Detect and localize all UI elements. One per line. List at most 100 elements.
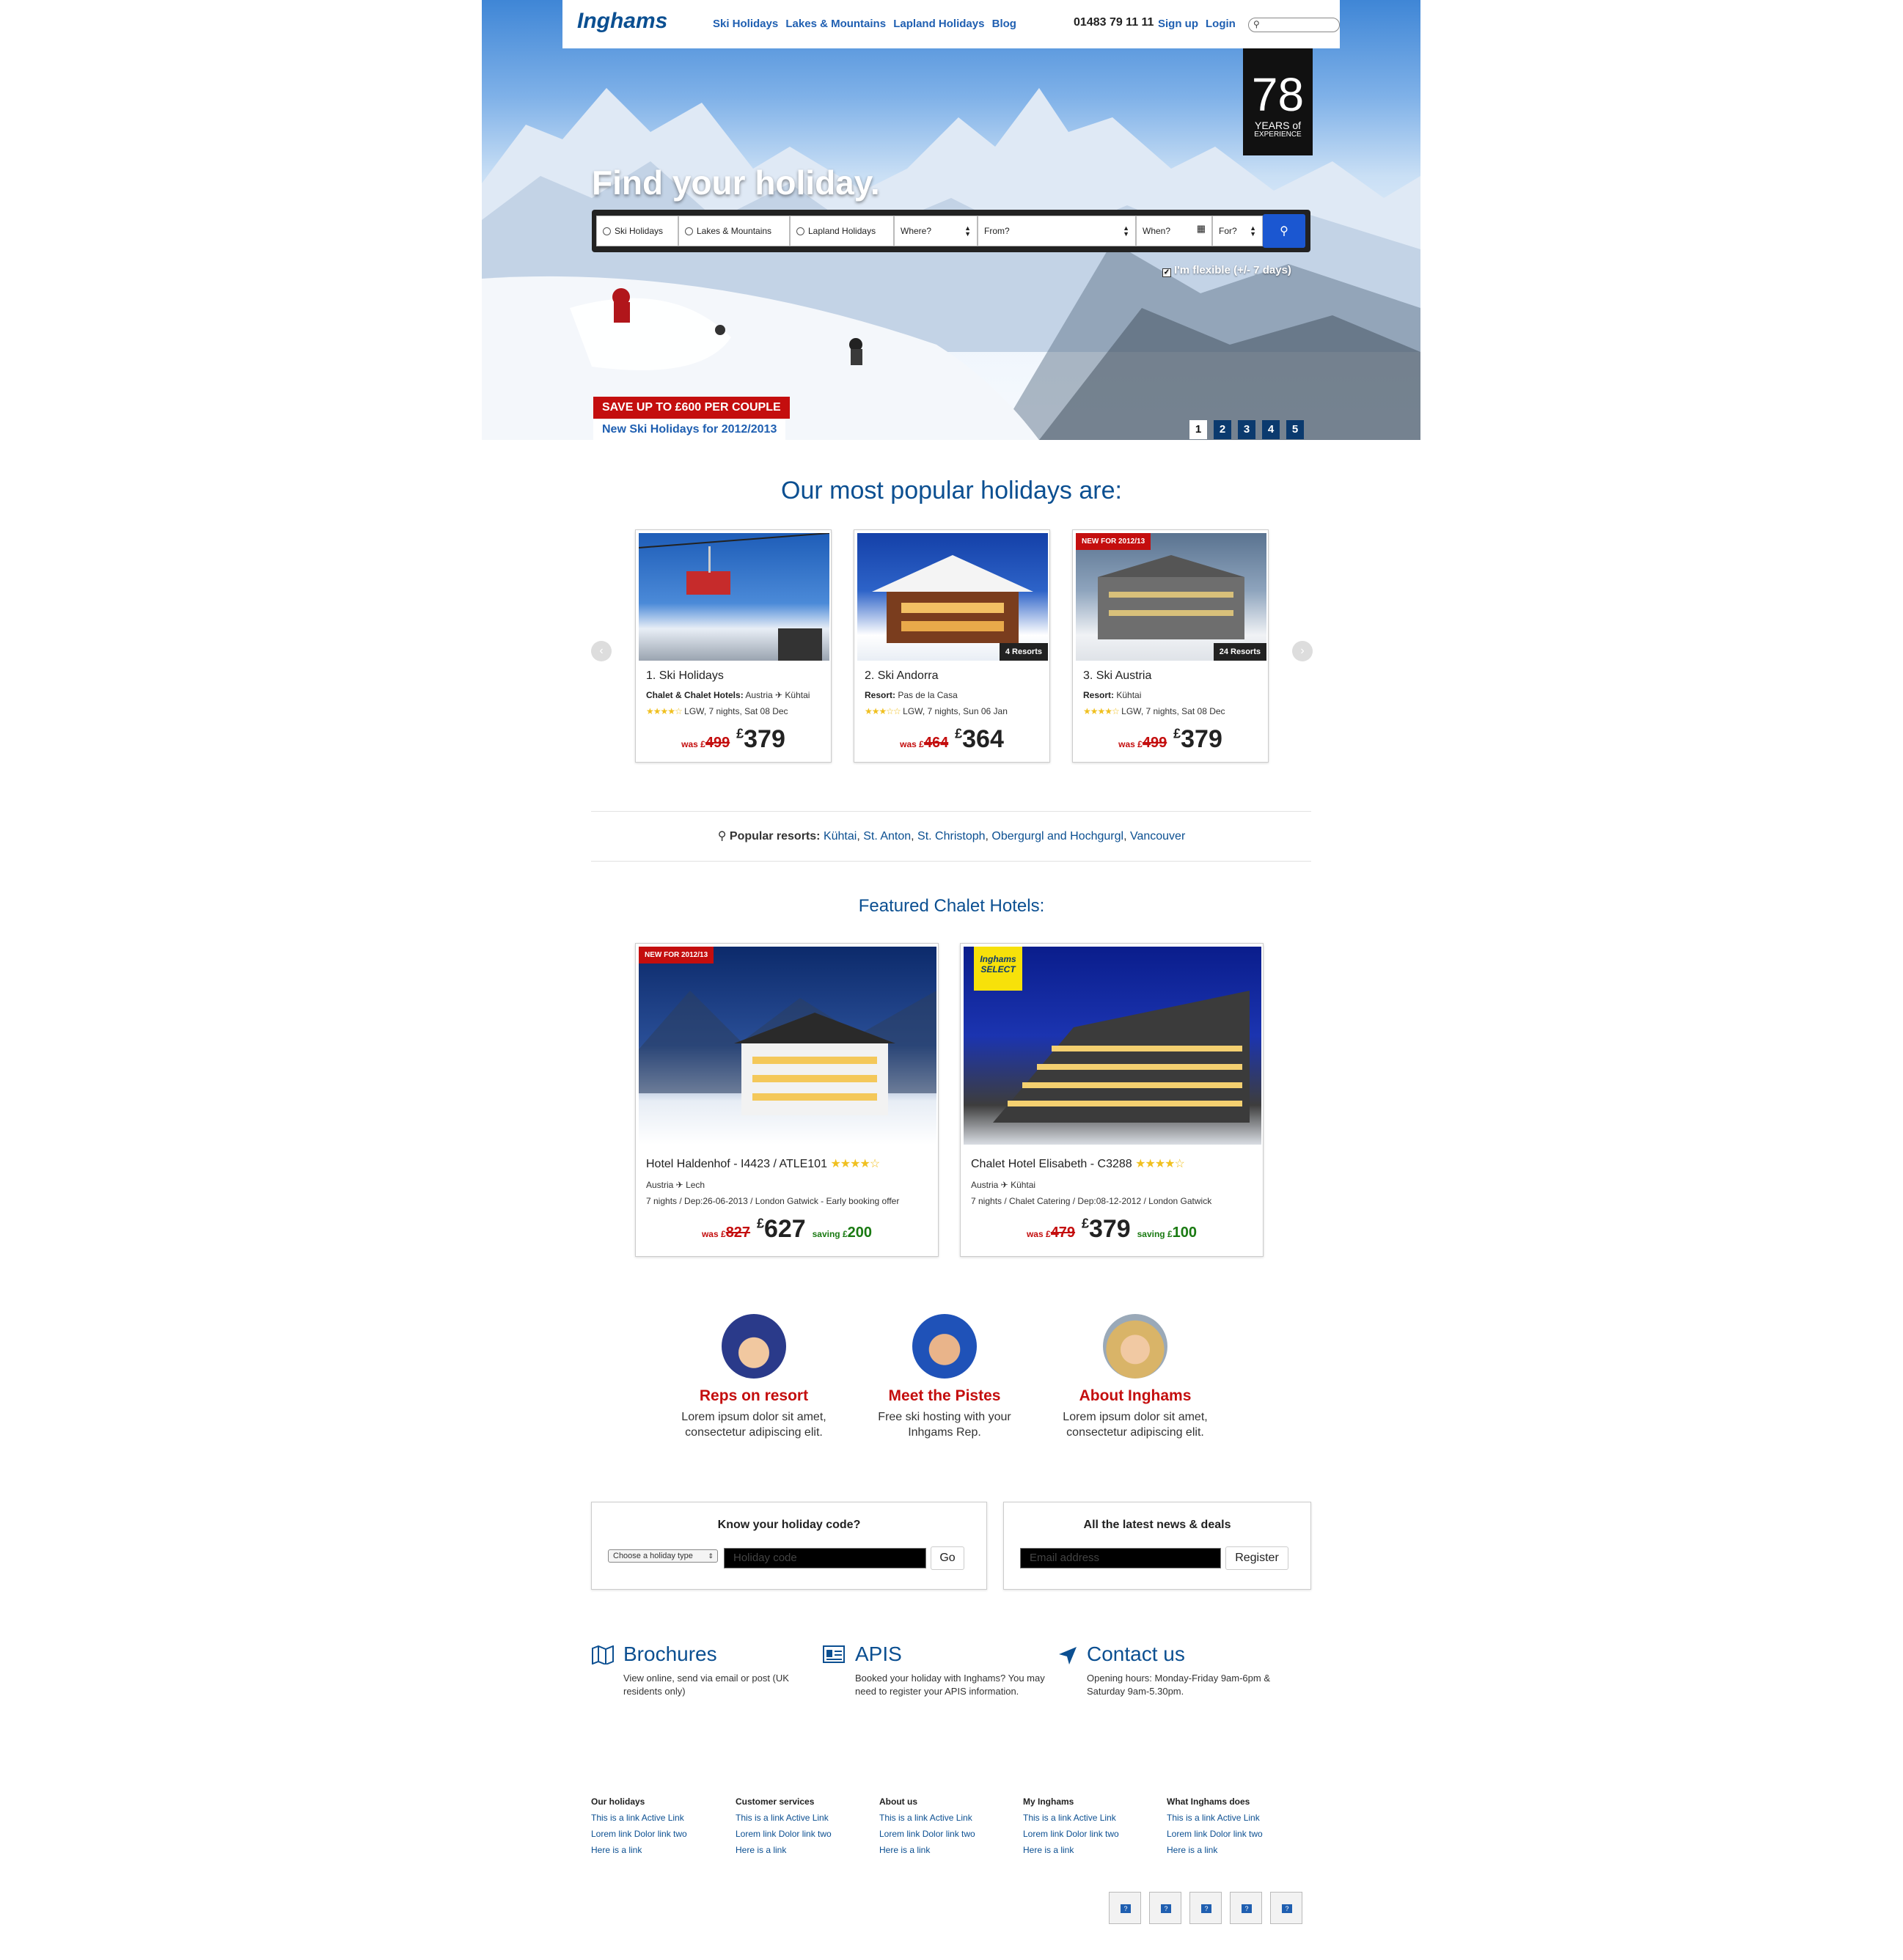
footer-link-active[interactable]: Active Link xyxy=(786,1813,829,1823)
signup-link[interactable]: Sign up xyxy=(1158,18,1198,30)
resort-link-st-christoph[interactable]: St. Christoph xyxy=(917,830,985,843)
footer-link[interactable]: Lorem link xyxy=(879,1829,920,1839)
page-5[interactable]: 5 xyxy=(1286,420,1304,439)
chalet-image-elisabeth: Inghams SELECT xyxy=(964,947,1261,1145)
page-4[interactable]: 4 xyxy=(1262,420,1280,439)
apis-block[interactable]: APIS Booked your holiday with Inghams? Y… xyxy=(823,1642,1050,1701)
carousel-next-arrow-icon[interactable]: › xyxy=(1292,641,1313,661)
footer-link[interactable]: This is a link xyxy=(1023,1813,1071,1823)
resort-link-obergurgl[interactable]: Obergurgl and Hochgurgl xyxy=(991,830,1123,843)
saving-value: 200 xyxy=(847,1225,873,1241)
holiday-card[interactable]: 1. Ski Holidays Chalet & Chalet Hotels: … xyxy=(635,529,832,763)
resort-link-st-anton[interactable]: St. Anton xyxy=(863,830,911,843)
footer-link[interactable]: Dolor link two xyxy=(1066,1829,1119,1839)
page-1[interactable]: 1 xyxy=(1189,420,1207,439)
saving-prefix: saving xyxy=(812,1229,840,1239)
radio-ski-holidays[interactable]: Ski Holidays xyxy=(596,216,678,246)
footer-link-active[interactable]: Active Link xyxy=(1074,1813,1116,1823)
social-button[interactable]: ? xyxy=(1149,1892,1181,1924)
footer-link[interactable]: Here is a link xyxy=(879,1845,930,1855)
footer-link[interactable]: Here is a link xyxy=(591,1845,642,1855)
select-arrows-icon: ▲ ▼ xyxy=(964,224,971,238)
social-icon: ? xyxy=(1242,1904,1252,1913)
holiday-type-select[interactable]: Choose a holiday type ⇕ xyxy=(608,1549,718,1563)
resort-link-vancouver[interactable]: Vancouver xyxy=(1130,830,1185,843)
nav-ski-holidays[interactable]: Ski Holidays xyxy=(713,18,778,30)
footer-link[interactable]: Lorem link xyxy=(591,1829,631,1839)
footer-link[interactable]: Here is a link xyxy=(736,1845,786,1855)
feature-pistes[interactable]: Meet the Pistes Free ski hosting with yo… xyxy=(857,1314,1033,1440)
flexible-dates-checkbox[interactable]: ✓ I'm flexible (+/- 7 days) xyxy=(1162,264,1291,277)
page-3[interactable]: 3 xyxy=(1238,420,1255,439)
footer-col-my-inghams: My Inghams This is a link Active Link Lo… xyxy=(1023,1794,1119,1858)
go-button[interactable]: Go xyxy=(931,1546,964,1570)
resort-link-kuhtai[interactable]: Kühtai xyxy=(824,830,857,843)
social-button[interactable]: ? xyxy=(1109,1892,1141,1924)
holiday-code-input[interactable]: Holiday code xyxy=(724,1548,926,1568)
footer-link-active[interactable]: Active Link xyxy=(642,1813,684,1823)
inghams-logo[interactable]: Inghams xyxy=(577,9,667,34)
footer-col-our-holidays: Our holidays This is a link Active Link … xyxy=(591,1794,687,1858)
contact-block[interactable]: Contact us Opening hours: Monday-Friday … xyxy=(1057,1642,1292,1701)
social-button[interactable]: ? xyxy=(1189,1892,1222,1924)
radio-lakes-mountains[interactable]: Lakes & Mountains xyxy=(678,216,790,246)
holiday-card[interactable]: 4 Resorts 2. Ski Andorra Resort: Pas de … xyxy=(854,529,1050,763)
carousel-prev-arrow-icon[interactable]: ‹ xyxy=(591,641,612,661)
feature-reps[interactable]: Reps on resort Lorem ipsum dolor sit ame… xyxy=(666,1314,842,1440)
avatar xyxy=(722,1314,786,1379)
holiday-card[interactable]: NEW FOR 2012/13 24 Resorts 3. Ski Austri… xyxy=(1072,529,1269,763)
footer-link[interactable]: Lorem link xyxy=(1023,1829,1063,1839)
footer-link[interactable]: Dolor link two xyxy=(779,1829,832,1839)
for-select[interactable]: For? ▲ ▼ xyxy=(1212,216,1263,246)
star-rating-icon: ★★★★☆ xyxy=(830,1158,880,1170)
social-button[interactable]: ? xyxy=(1230,1892,1262,1924)
holiday-type-label: Choose a holiday type xyxy=(613,1552,693,1560)
search-submit-button[interactable]: ⚲ xyxy=(1263,214,1305,248)
footer-link[interactable]: This is a link xyxy=(591,1813,639,1823)
page-2[interactable]: 2 xyxy=(1214,420,1231,439)
card-image-chairlift xyxy=(639,533,829,661)
footer-link[interactable]: Dolor link two xyxy=(1210,1829,1263,1839)
promo-new-ski-link[interactable]: New Ski Holidays for 2012/2013 xyxy=(593,419,786,440)
footer-link[interactable]: This is a link xyxy=(736,1813,784,1823)
nav-blog[interactable]: Blog xyxy=(992,18,1016,30)
hero-banner: Inghams Ski Holidays Lakes & Mountains L… xyxy=(482,0,1420,440)
checkbox-checked-icon: ✓ xyxy=(1162,268,1171,277)
when-date-input[interactable]: When? ▦ xyxy=(1136,216,1212,246)
email-input[interactable]: Email address xyxy=(1020,1548,1221,1568)
where-select[interactable]: Where? ▲ ▼ xyxy=(894,216,978,246)
footer-link[interactable]: This is a link xyxy=(1167,1813,1215,1823)
footer-link[interactable]: Dolor link two xyxy=(923,1829,975,1839)
search-icon: ⚲ xyxy=(1253,19,1260,29)
footer-link[interactable]: Here is a link xyxy=(1023,1845,1074,1855)
chalet-name: Chalet Hotel Elisabeth - C3288 xyxy=(971,1158,1132,1170)
nav-lakes-mountains[interactable]: Lakes & Mountains xyxy=(785,18,886,30)
footer-link[interactable]: Dolor link two xyxy=(634,1829,687,1839)
footer-link-active[interactable]: Active Link xyxy=(1217,1813,1260,1823)
feature-about[interactable]: About Inghams Lorem ipsum dolor sit amet… xyxy=(1047,1314,1223,1440)
holiday-search-bar: Ski Holidays Lakes & Mountains Lapland H… xyxy=(592,210,1310,252)
chalet-title: Chalet Hotel Elisabeth - C3288 ★★★★☆ xyxy=(971,1156,1185,1171)
radio-lapland-holidays[interactable]: Lapland Holidays xyxy=(790,216,894,246)
chalet-card[interactable]: Inghams SELECT Chalet Hotel Elisabeth - … xyxy=(960,943,1264,1257)
card-detail: Austria ✈ Kühtai xyxy=(745,690,810,700)
register-button[interactable]: Register xyxy=(1225,1546,1288,1570)
brochures-block[interactable]: Brochures View online, send via email or… xyxy=(591,1642,811,1701)
from-select[interactable]: From? ▲ ▼ xyxy=(978,216,1136,246)
map-brochure-icon xyxy=(591,1645,615,1668)
footer-link[interactable]: This is a link xyxy=(879,1813,928,1823)
search-input[interactable]: ⚲ xyxy=(1248,18,1340,32)
footer-link-active[interactable]: Active Link xyxy=(930,1813,972,1823)
promo-save-banner[interactable]: SAVE UP TO £600 PER COUPLE xyxy=(593,397,790,419)
footer-link[interactable]: Lorem link xyxy=(736,1829,776,1839)
login-link[interactable]: Login xyxy=(1206,18,1236,30)
holiday-code-title: Know your holiday code? xyxy=(717,1519,861,1531)
old-price: 827 xyxy=(725,1225,751,1241)
for-label: For? xyxy=(1219,226,1237,236)
chalet-card[interactable]: NEW FOR 2012/13 Hotel Haldenhof - I4423 … xyxy=(635,943,939,1257)
chalet-info: 7 nights / Chalet Catering / Dep:08-12-2… xyxy=(971,1196,1212,1206)
footer-link[interactable]: Lorem link xyxy=(1167,1829,1207,1839)
nav-lapland-holidays[interactable]: Lapland Holidays xyxy=(893,18,984,30)
social-button[interactable]: ? xyxy=(1270,1892,1302,1924)
footer-link[interactable]: Here is a link xyxy=(1167,1845,1217,1855)
